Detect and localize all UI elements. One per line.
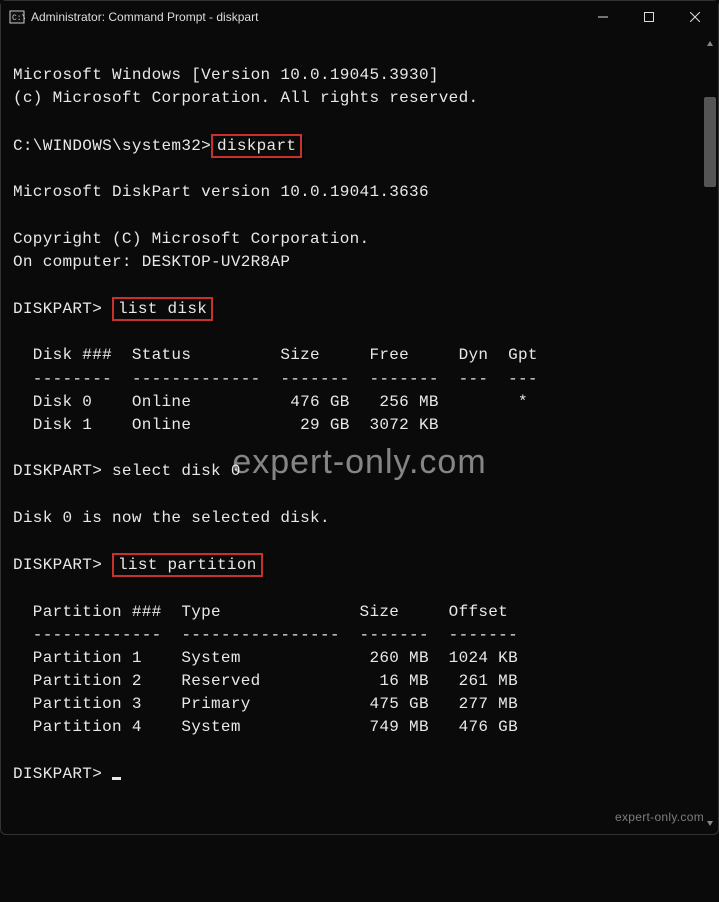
disk-table-row: Disk 0 Online 476 GB 256 MB * [13, 393, 528, 411]
prompt-path: C:\WINDOWS\system32> [13, 137, 211, 155]
partition-table-header: Partition ### Type Size Offset [13, 603, 508, 621]
window-title: Administrator: Command Prompt - diskpart [31, 10, 580, 24]
prompt-path: DISKPART> [13, 300, 112, 318]
partition-table-row: Partition 3 Primary 475 GB 277 MB [13, 695, 518, 713]
watermark-small: expert-only.com [615, 809, 704, 826]
partition-table-row: Partition 4 System 749 MB 476 GB [13, 718, 518, 736]
disk-table-header: Disk ### Status Size Free Dyn Gpt [13, 346, 538, 364]
command-diskpart: diskpart [211, 134, 302, 158]
scroll-thumb[interactable] [704, 97, 716, 187]
partition-table-divider: ------------- ---------------- ------- -… [13, 626, 518, 644]
prompt-path: DISKPART> [13, 765, 112, 783]
scroll-up-icon[interactable] [704, 37, 716, 51]
scroll-track[interactable] [704, 51, 716, 816]
disk-table-divider: -------- ------------- ------- ------- -… [13, 370, 538, 388]
copyright-line: (c) Microsoft Corporation. All rights re… [13, 89, 478, 107]
disk-table-row: Disk 1 Online 29 GB 3072 KB [13, 416, 439, 434]
diskpart-copyright: Copyright (C) Microsoft Corporation. [13, 230, 369, 248]
prompt-path: DISKPART> [13, 462, 112, 480]
cursor [112, 777, 121, 780]
partition-table-row: Partition 1 System 260 MB 1024 KB [13, 649, 518, 667]
app-icon: C:\ [9, 9, 25, 25]
command-select-disk: select disk 0 [112, 462, 241, 480]
terminal-output[interactable]: Microsoft Windows [Version 10.0.19045.39… [1, 33, 718, 834]
titlebar: C:\ Administrator: Command Prompt - disk… [1, 1, 718, 33]
minimize-button[interactable] [580, 1, 626, 33]
os-version-line: Microsoft Windows [Version 10.0.19045.39… [13, 66, 439, 84]
partition-table-row: Partition 2 Reserved 16 MB 261 MB [13, 672, 518, 690]
scrollbar[interactable] [704, 37, 716, 830]
prompt-path: DISKPART> [13, 556, 112, 574]
command-list-disk: list disk [112, 297, 213, 321]
maximize-button[interactable] [626, 1, 672, 33]
svg-text:C:\: C:\ [12, 14, 25, 23]
diskpart-version: Microsoft DiskPart version 10.0.19041.36… [13, 183, 429, 201]
diskpart-computer: On computer: DESKTOP-UV2R8AP [13, 253, 290, 271]
close-button[interactable] [672, 1, 718, 33]
select-disk-result: Disk 0 is now the selected disk. [13, 509, 330, 527]
scroll-down-icon[interactable] [704, 816, 716, 830]
command-list-partition: list partition [112, 553, 263, 577]
watermark: expert-only.com [232, 438, 486, 487]
